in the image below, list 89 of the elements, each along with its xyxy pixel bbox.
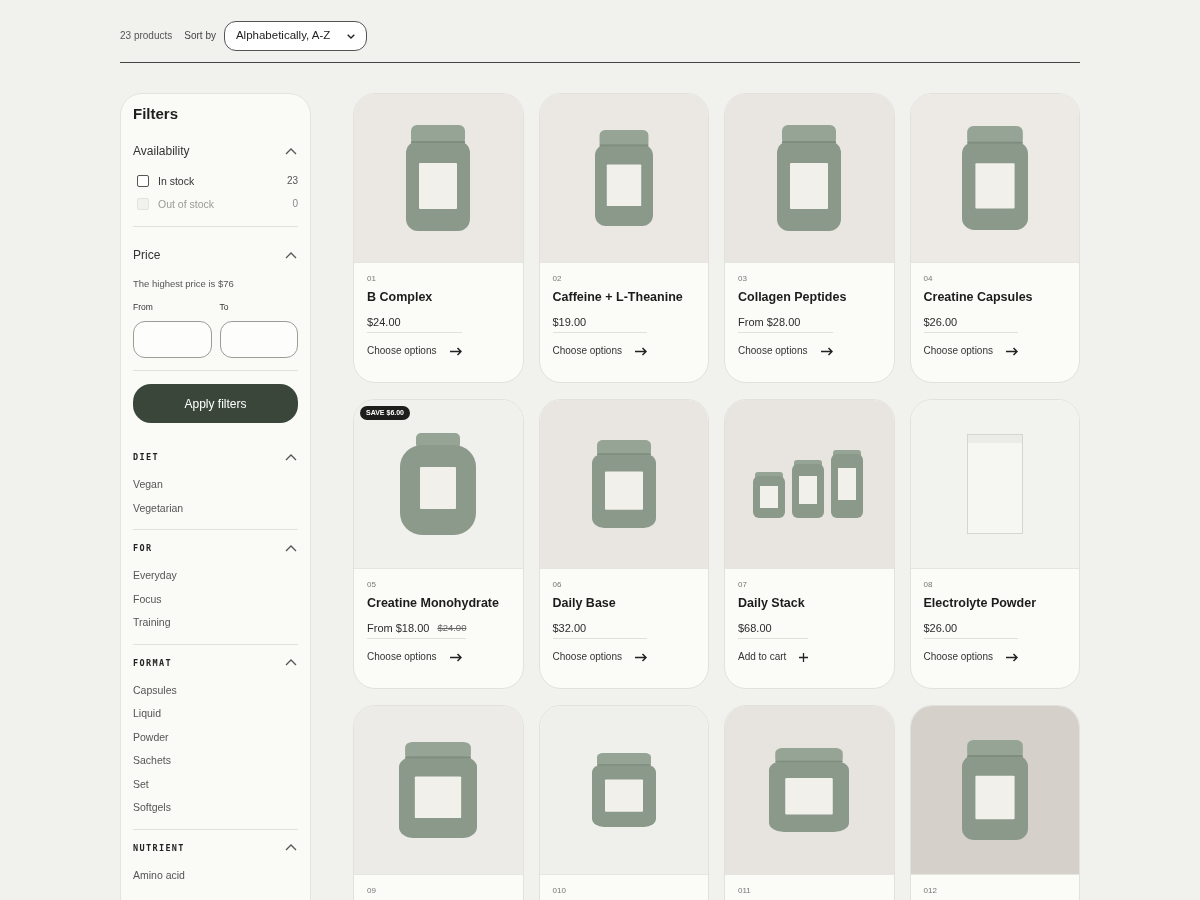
filter-option[interactable]: Sachets xyxy=(133,749,171,773)
checkbox[interactable] xyxy=(137,175,149,187)
product-number: 03 xyxy=(738,274,747,284)
product-number: 08 xyxy=(923,580,933,590)
option-count: 23 xyxy=(286,174,298,188)
filter-option[interactable]: Liquid xyxy=(133,702,162,726)
price-from-label: From xyxy=(133,301,154,313)
filter-option[interactable]: Vegetarian xyxy=(133,496,184,520)
section-toggle[interactable]: FORMAT xyxy=(133,654,298,671)
filter-option[interactable]: Everyday xyxy=(133,564,177,588)
filters-heading: Filters xyxy=(133,104,179,124)
filter-option[interactable]: Capsules xyxy=(133,678,177,702)
product-title[interactable]: Caffeine + L-Theanine xyxy=(552,289,683,305)
choose-options-button[interactable]: Choose options xyxy=(923,650,1018,664)
price-note: The highest price is $76 xyxy=(133,278,235,290)
plus-icon xyxy=(799,652,809,662)
filter-option[interactable]: Amino acid xyxy=(133,863,185,887)
filter-option[interactable]: Set xyxy=(133,772,149,796)
filter-option[interactable]: Vegan xyxy=(133,473,163,497)
compare-price: $24.00 xyxy=(437,621,467,635)
product-number: 012 xyxy=(923,886,937,896)
product-card[interactable]: 03 Collagen Peptides From $28.00 Choose options xyxy=(724,93,895,383)
product-number: 02 xyxy=(552,274,562,284)
choose-options-button[interactable]: Choose options xyxy=(367,344,462,358)
choose-options-button[interactable]: Choose options xyxy=(923,344,1018,358)
price-to-label: To xyxy=(219,301,230,313)
filter-option[interactable]: Training xyxy=(133,611,171,635)
arrow-right-icon xyxy=(635,346,647,356)
sort-label: Sort by xyxy=(184,29,216,43)
product-title[interactable]: Daily Stack xyxy=(738,595,805,611)
product-title[interactable]: Collagen Peptides xyxy=(738,289,847,305)
product-number: 04 xyxy=(923,274,933,284)
product-card[interactable]: 012 xyxy=(909,705,1080,900)
product-number: 07 xyxy=(738,580,747,590)
product-card[interactable]: 09 xyxy=(353,705,524,900)
arrow-right-icon xyxy=(1006,652,1018,662)
product-card[interactable]: 04 Creatine Capsules $26.00 Choose options xyxy=(909,93,1080,383)
input-field[interactable] xyxy=(219,321,298,358)
arrow-right-icon xyxy=(449,346,462,356)
product-title[interactable]: Creatine Capsules xyxy=(923,289,1033,305)
product-price: $68.00 xyxy=(738,621,772,635)
section-toggle[interactable]: NUTRIENT xyxy=(133,839,298,856)
section-toggle[interactable]: Availability xyxy=(133,142,298,160)
product-price: From $28.00 xyxy=(738,315,801,329)
section-toggle[interactable]: Price xyxy=(133,246,298,264)
section-toggle[interactable]: FOR xyxy=(133,540,298,556)
choose-options-button[interactable]: Choose options xyxy=(552,650,647,664)
filter-option[interactable]: Softgels xyxy=(133,796,171,820)
product-number: 05 xyxy=(367,580,376,590)
product-price: $24.00 xyxy=(367,315,401,329)
product-card[interactable]: 010 xyxy=(538,705,709,900)
product-count: 23 products xyxy=(120,29,173,43)
product-title[interactable]: Electrolyte Powder xyxy=(923,595,1037,611)
product-card[interactable]: 01 B Complex $24.00 Choose options xyxy=(353,93,524,383)
product-card[interactable]: 08 Electrolyte Powder $26.00 Choose options xyxy=(909,399,1080,689)
arrow-right-icon xyxy=(449,652,462,662)
choose-options-button[interactable]: Choose options xyxy=(552,344,647,358)
product-number: 06 xyxy=(552,580,562,590)
product-card[interactable]: 02 Caffeine + L-Theanine $19.00 Choose options xyxy=(538,93,709,383)
apply-filters-button[interactable]: Apply filters xyxy=(133,384,298,423)
product-title[interactable]: Daily Base xyxy=(552,595,616,611)
section-toggle[interactable]: DIET xyxy=(133,449,298,465)
product-card[interactable]: 011 xyxy=(724,705,895,900)
product-price: $26.00 xyxy=(923,315,958,329)
product-price: $32.00 xyxy=(552,621,587,635)
filter-option[interactable]: Powder xyxy=(133,725,169,749)
arrow-right-icon xyxy=(820,346,833,356)
sort-select[interactable]: Alphabetically, A-Z xyxy=(223,21,367,51)
product-price: From $18.00 xyxy=(367,621,430,635)
product-number: 011 xyxy=(738,886,751,896)
arrow-right-icon xyxy=(1006,346,1018,356)
product-number: 010 xyxy=(552,886,566,896)
option-label[interactable]: In stock xyxy=(158,173,195,189)
product-number: 09 xyxy=(367,886,376,896)
product-price: $19.00 xyxy=(552,315,587,329)
input-field[interactable] xyxy=(133,321,212,358)
product-card[interactable]: 07 Daily Stack $68.00 Add to cart xyxy=(724,399,895,689)
arrow-right-icon xyxy=(635,652,647,662)
add-to-cart-button[interactable]: Add to cart xyxy=(738,650,809,664)
product-card[interactable]: 06 Daily Base $32.00 Choose options xyxy=(538,399,709,689)
filter-option[interactable]: Focus xyxy=(133,587,162,611)
chevron-down-icon xyxy=(346,33,355,39)
product-title[interactable]: Creatine Monohydrate xyxy=(367,595,499,611)
product-number: 01 xyxy=(367,274,376,284)
choose-options-button[interactable]: Choose options xyxy=(738,344,833,358)
choose-options-button[interactable]: Choose options xyxy=(367,650,462,664)
option-count: 0 xyxy=(292,197,298,211)
product-title[interactable]: B Complex xyxy=(367,289,433,305)
product-price: $26.00 xyxy=(923,621,958,635)
